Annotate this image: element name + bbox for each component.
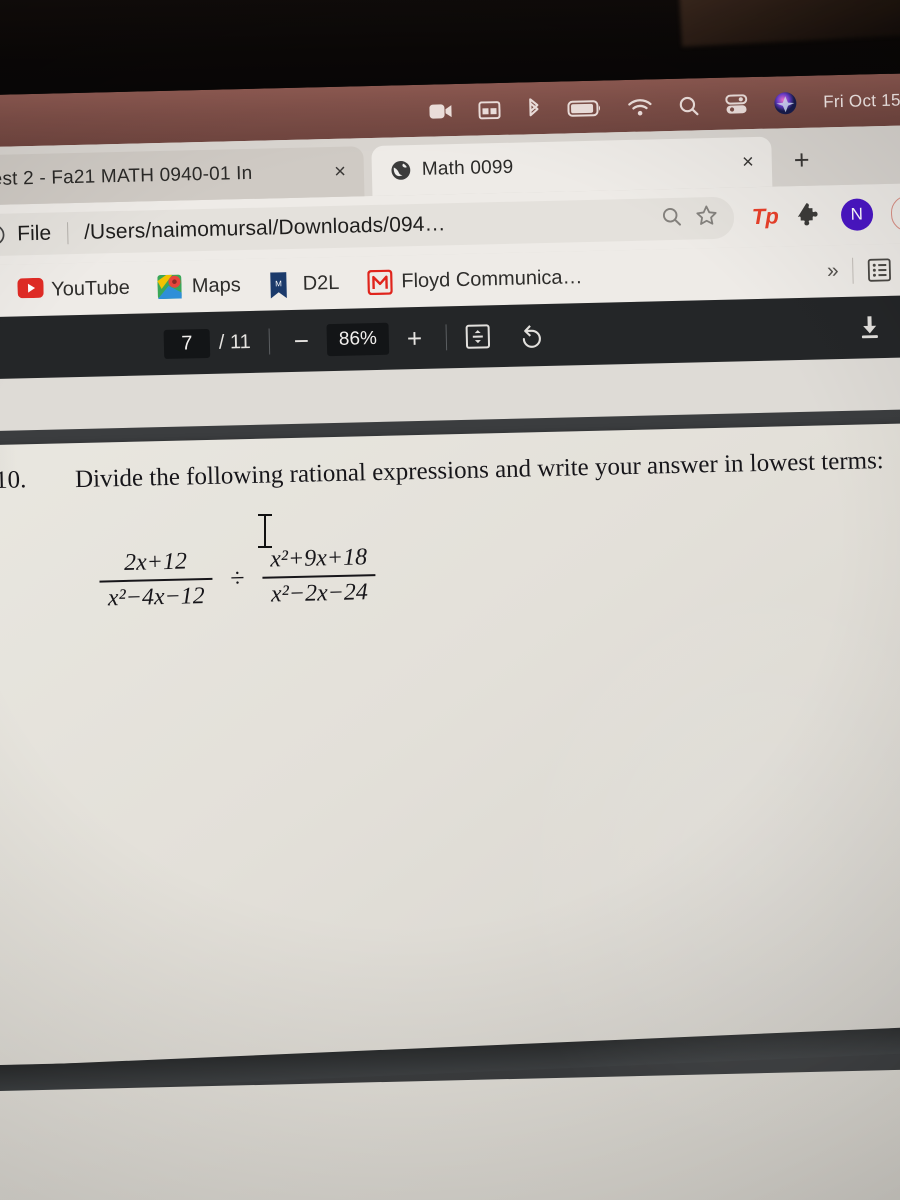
floyd-m-icon [366, 269, 393, 296]
fit-page-icon[interactable] [465, 323, 492, 350]
bookmarks-overflow-button[interactable]: » [813, 259, 853, 284]
new-tab-button[interactable]: + [793, 145, 810, 176]
magnifier-icon[interactable] [661, 205, 684, 233]
left-denominator: x²−4x−12 [99, 577, 214, 613]
puzzle-extensions-icon[interactable] [796, 200, 823, 232]
bookmark-youtube[interactable]: YouTube [3, 275, 144, 302]
download-icon[interactable] [857, 314, 882, 341]
pdf-page-8 [0, 1067, 900, 1200]
control-center-icon[interactable] [725, 94, 748, 115]
siri-icon[interactable] [773, 91, 798, 116]
display-icon[interactable] [478, 101, 501, 120]
svg-text:M: M [275, 279, 282, 288]
globe-favicon [390, 159, 413, 182]
right-denominator: x²−2x−24 [262, 574, 377, 609]
star-icon[interactable] [695, 204, 719, 233]
zoom-out-button[interactable]: − [287, 326, 315, 356]
pdf-file-name: 99 [0, 332, 164, 360]
bookmark-label: D2L [302, 271, 340, 295]
omnibox-scheme-label: File [16, 221, 52, 246]
bookmark-d2l[interactable]: M D2L [254, 271, 353, 299]
question-text: Divide the following rational expression… [74, 447, 885, 494]
menu-bar-clock[interactable]: Fri Oct 15 10: [823, 90, 900, 113]
tab-close-icon[interactable]: × [330, 161, 350, 183]
chrome-window: Test 2 - Fa21 MATH 0940-01 In × Math 009… [0, 124, 900, 1200]
reading-list-icon [867, 258, 892, 283]
text-cursor-icon [258, 514, 272, 549]
google-maps-icon [157, 274, 183, 300]
d2l-icon: M [268, 272, 293, 299]
math-expression: 2x+12 x²−4x−12 ÷ x²+9x+18 x²−2x−24 [99, 544, 377, 613]
tab-title: Math 0099 [421, 156, 514, 180]
rotate-icon[interactable] [517, 322, 545, 350]
laptop-screen: Fri Oct 15 10: Test 2 - Fa21 MATH 0940-0… [0, 72, 900, 1200]
zoom-in-button[interactable]: + [401, 323, 429, 353]
screen-photo: Fri Oct 15 10: Test 2 - Fa21 MATH 0940-0… [0, 0, 900, 1200]
wifi-icon[interactable] [627, 97, 652, 117]
omnibox-url-text[interactable]: /Users/naimomursal/Downloads/094… [84, 208, 649, 245]
pdf-total-pages: / 11 [218, 330, 252, 354]
tab-close-icon[interactable]: × [738, 151, 758, 173]
video-camera-icon[interactable] [428, 102, 452, 121]
spotlight-search-icon[interactable] [678, 95, 699, 116]
bookmark-label: YouTube [50, 276, 131, 301]
toolbar-divider [268, 328, 271, 355]
youtube-icon [17, 277, 44, 303]
address-bar[interactable]: File /Users/naimomursal/Downloads/094… [0, 196, 735, 257]
bookmark-floyd-communications[interactable]: Floyd Communica… [353, 265, 597, 296]
reading-list-button[interactable]: Rea [853, 256, 900, 282]
update-button[interactable]: Up [890, 194, 900, 232]
tab-test2-math0940[interactable]: Test 2 - Fa21 MATH 0940-01 In × [0, 146, 365, 206]
bluetooth-icon[interactable] [526, 98, 542, 120]
extensions-row: Tp N Up [733, 194, 900, 236]
profile-avatar[interactable]: N [840, 198, 874, 231]
battery-icon[interactable] [567, 99, 601, 117]
bookmark-label: Floyd Communica… [401, 265, 583, 292]
left-numerator: 2x+12 [123, 548, 188, 576]
division-operator: ÷ [229, 563, 245, 593]
toolbar-divider [445, 324, 448, 351]
omnibox-divider [66, 222, 69, 245]
bookmark-label: Maps [191, 273, 241, 297]
tab-math-0099[interactable]: Math 0099 × [371, 136, 773, 197]
tab-title: Test 2 - Fa21 MATH 0940-01 In [0, 162, 253, 191]
pdf-page-7: 10. Divide the following rational expres… [0, 421, 900, 1066]
right-numerator: x²+9x+18 [269, 544, 368, 573]
bookmark-maps[interactable]: Maps [144, 273, 255, 300]
tp-extension-icon[interactable]: Tp [752, 203, 779, 229]
pdf-zoom-level[interactable]: 86% [326, 322, 390, 357]
pdf-viewport[interactable]: 10. Divide the following rational expres… [0, 408, 900, 1200]
question-number: 10. [0, 466, 27, 494]
right-fraction: x²+9x+18 x²−2x−24 [262, 544, 377, 609]
left-fraction: 2x+12 x²−4x−12 [99, 548, 214, 613]
info-circle-icon[interactable] [0, 224, 6, 247]
pdf-page-input[interactable]: 7 [163, 328, 211, 359]
